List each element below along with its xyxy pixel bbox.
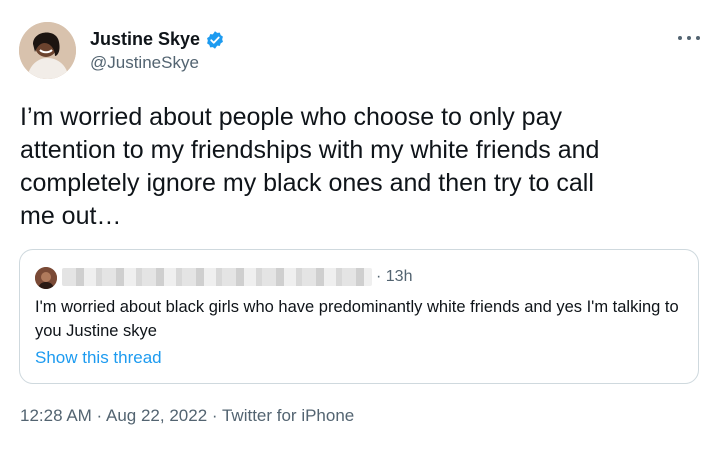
more-options-icon[interactable] — [678, 30, 700, 46]
quoted-tweet[interactable]: · 13h I'm worried about black girls who … — [19, 249, 699, 384]
redacted-author-name — [62, 268, 372, 286]
verified-badge-icon — [207, 30, 223, 49]
quoted-author-avatar[interactable] — [35, 267, 57, 289]
quoted-tweet-text: I'm worried about black girls who have p… — [35, 298, 679, 340]
author-avatar[interactable] — [19, 22, 76, 79]
tweet-metadata: 12:28 AM · Aug 22, 2022 · Twitter for iP… — [20, 406, 354, 426]
author-handle[interactable]: @JustineSkye — [90, 53, 199, 73]
quoted-avatar-photo-icon — [35, 267, 57, 289]
tweet-source[interactable]: Twitter for iPhone — [222, 406, 354, 425]
author-display-name[interactable]: Justine Skye — [90, 29, 200, 50]
tweet-text: I’m worried about people who choose to o… — [20, 103, 600, 230]
show-thread-link[interactable]: Show this thread — [35, 348, 162, 368]
meta-separator: · — [207, 406, 222, 425]
avatar-photo-icon — [19, 22, 76, 79]
tweet-date[interactable]: Aug 22, 2022 — [106, 406, 207, 425]
quoted-tweet-time[interactable]: · 13h — [376, 268, 412, 286]
tweet-time[interactable]: 12:28 AM — [20, 406, 92, 425]
meta-separator: · — [91, 406, 106, 425]
tweet-card: Justine Skye @JustineSkye I’m worried ab… — [0, 0, 720, 449]
author-name-row: Justine Skye — [90, 29, 225, 50]
